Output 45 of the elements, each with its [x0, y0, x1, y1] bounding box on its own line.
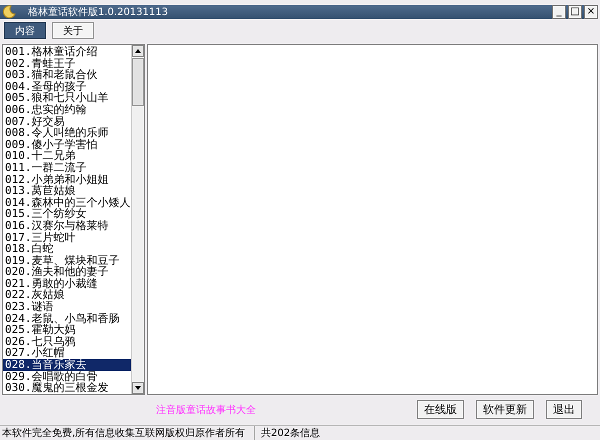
- list-item[interactable]: 010.十二兄弟: [3, 150, 131, 162]
- list-item[interactable]: 012.小弟弟和小姐姐: [3, 174, 131, 186]
- list-item[interactable]: 027.小红帽: [3, 347, 131, 360]
- update-button[interactable]: 软件更新: [476, 400, 534, 420]
- close-button[interactable]: ×: [584, 5, 598, 19]
- list-item[interactable]: 016.汉赛尔与格莱特: [3, 220, 131, 232]
- moon-icon: [2, 5, 16, 19]
- status-text: 共202条信息: [254, 426, 320, 440]
- list-item[interactable]: 007.好交易: [3, 116, 131, 128]
- list-item[interactable]: 005.狼和七只小山羊: [3, 92, 131, 104]
- scrollbar[interactable]: [131, 45, 144, 394]
- list-item[interactable]: 004.圣母的孩子: [3, 80, 131, 92]
- list-item[interactable]: 002.青蛙王子: [3, 58, 131, 70]
- list-item[interactable]: 025.霍勒大妈: [3, 324, 131, 336]
- tab[interactable]: 关于: [52, 22, 94, 39]
- list-item[interactable]: 001.格林童话介绍: [3, 46, 131, 58]
- window-title: 格林童话软件版1.0.20131113: [28, 6, 168, 19]
- maximize-button[interactable]: □: [568, 5, 582, 19]
- list-item[interactable]: 028.当音乐家去: [3, 359, 131, 371]
- tab[interactable]: 内容: [4, 22, 46, 39]
- list-item[interactable]: 021.勇敢的小裁缝: [3, 278, 131, 290]
- list-item[interactable]: 018.白蛇: [3, 243, 131, 255]
- list-item[interactable]: 020.渔夫和他的妻子: [3, 266, 131, 278]
- list-item[interactable]: 030.魔鬼的三根金发: [3, 382, 131, 394]
- list-item[interactable]: 023.谜语: [3, 301, 131, 313]
- list-item[interactable]: 015.三个纺纱女: [3, 208, 131, 220]
- scrollbar-thumb[interactable]: [132, 58, 144, 106]
- promo-text: 注音版童话故事书大全: [156, 404, 256, 417]
- online-button[interactable]: 在线版: [417, 400, 464, 420]
- minimize-button[interactable]: _: [552, 5, 566, 19]
- list-item[interactable]: 014.森林中的三个小矮人: [3, 196, 131, 208]
- status-text: 本软件完全免费,所有信息收集互联网版权归原作者所有: [1, 426, 246, 440]
- list-item[interactable]: 008.令人叫绝的乐师: [3, 127, 131, 139]
- list-item[interactable]: 026.七只乌鸦: [3, 336, 131, 348]
- list-item[interactable]: 009.傻小子学害怕: [3, 138, 131, 150]
- exit-button[interactable]: 退出: [546, 400, 582, 420]
- list-item[interactable]: 003.猫和老鼠合伙: [3, 69, 131, 81]
- list-item[interactable]: 029.会唱歌的白骨: [3, 370, 131, 382]
- list-item[interactable]: 013.莴苣姑娘: [3, 185, 131, 197]
- list-item[interactable]: 011.一群二流子: [3, 162, 131, 174]
- list-item[interactable]: 019.麦草、煤块和豆子: [3, 254, 131, 266]
- list-item[interactable]: 024.老鼠、小鸟和香肠: [3, 312, 131, 324]
- list-item[interactable]: 022.灰姑娘: [3, 289, 131, 302]
- list-item[interactable]: 017.三片蛇叶: [3, 232, 131, 244]
- list-item[interactable]: 006.忠实的约翰: [3, 104, 131, 116]
